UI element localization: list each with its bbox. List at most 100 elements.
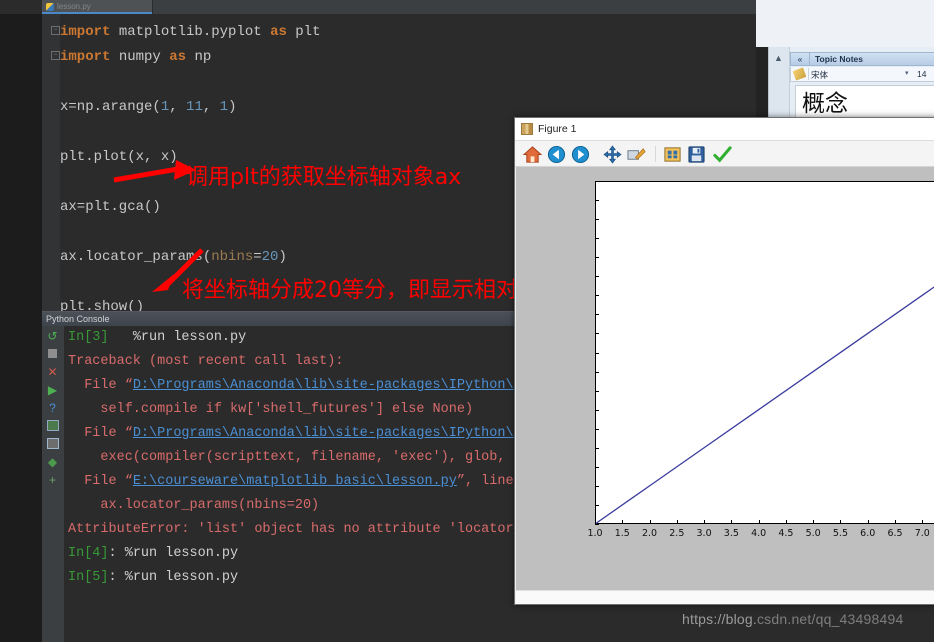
topic-notes-text: 概念	[802, 91, 848, 117]
home-icon[interactable]	[523, 145, 542, 164]
pan-move-icon[interactable]	[603, 145, 622, 164]
code-line: import matplotlib.pyplot as plt	[60, 24, 321, 40]
ide-left-rail	[0, 14, 42, 642]
y-axis-tick	[595, 466, 599, 468]
y-axis-tick	[595, 238, 599, 240]
x-axis-tick	[758, 520, 760, 524]
format-bar-divider	[808, 68, 809, 80]
format-painter-icon[interactable]	[792, 67, 807, 81]
debug-icon[interactable]: ◆	[46, 456, 59, 469]
topic-notes-title: Topic Notes	[815, 54, 864, 64]
x-axis-tick	[731, 520, 733, 524]
matplotlib-figure-window[interactable]: Figure 1 1.0 1.5 2.0 2.5 3.0 3.5 4.0 4.5…	[514, 117, 934, 605]
figure-toolbar	[515, 141, 934, 167]
x-axis-tick-label: 5.5	[832, 528, 848, 539]
annotation-text-1: 调用plt的获取坐标轴对象ax	[186, 165, 462, 190]
rerun-icon[interactable]: ↺	[46, 330, 59, 343]
chevron-down-icon[interactable]: ▾	[905, 69, 909, 77]
x-axis-tick	[867, 520, 869, 524]
subplots-config-icon[interactable]	[663, 145, 682, 164]
file-path-link[interactable]: D:\Programs\Anaconda\lib\site-packages\I…	[133, 426, 522, 441]
annotation-text-2: 将坐标轴分成20等分，即显示相对密集	[182, 278, 562, 303]
office-ribbon: utlooktems ▾ SharePointItems ▾ Databases…	[744, 0, 934, 48]
line-series-y-equals-x	[595, 286, 934, 524]
x-axis-tick-label: 3.0	[696, 528, 712, 539]
y-axis-tick	[595, 447, 599, 449]
x-axis-tick-label: 4.0	[751, 528, 767, 539]
figure-title-bar[interactable]: Figure 1	[515, 118, 934, 141]
y-axis-tick	[595, 504, 599, 506]
fold-marker-icon[interactable]: −	[51, 26, 60, 35]
y-axis-tick	[595, 181, 599, 182]
help-icon[interactable]: ?	[46, 402, 59, 415]
console-tab-label[interactable]: Python Console	[46, 314, 110, 324]
watermark-prefix: https://blog.	[682, 611, 757, 627]
font-size-select[interactable]: 14	[917, 69, 926, 79]
plot-series-layer	[595, 181, 934, 524]
close-icon[interactable]: ✕	[46, 366, 59, 379]
forward-arrow-icon[interactable]	[571, 145, 590, 164]
pane-scroll-column[interactable]: ▲	[769, 47, 790, 125]
figure-status-bar	[516, 590, 934, 604]
y-axis-tick	[595, 524, 599, 525]
chevron-up-icon[interactable]: ▲	[774, 53, 783, 63]
x-axis-tick-label: 1.0	[587, 528, 603, 539]
run-icon[interactable]: ▶	[46, 384, 59, 397]
y-axis-tick	[595, 314, 599, 316]
x-axis-tick	[595, 520, 596, 524]
x-axis-tick	[649, 520, 651, 524]
console-history-icon[interactable]	[46, 420, 59, 433]
y-axis-tick	[595, 428, 599, 430]
x-axis-tick	[840, 520, 842, 524]
add-icon[interactable]: +	[46, 474, 59, 487]
x-axis-tick-label: 7.0	[914, 528, 930, 539]
editor-tab-lesson-py[interactable]: lesson.py	[42, 0, 152, 14]
tab-bar-left-pad	[0, 0, 42, 14]
x-axis-tick-label: 6.0	[860, 528, 876, 539]
save-disk-icon[interactable]	[687, 145, 706, 164]
code-line: import numpy as np	[60, 49, 212, 65]
topic-notes-pane: ▲ « Topic Notes 宋体 ▾ 14 概念	[768, 47, 934, 126]
collapse-panel-icon[interactable]: «	[791, 53, 810, 65]
editor-tab-bar: lesson.py	[0, 0, 756, 14]
zoom-rect-icon[interactable]	[627, 145, 646, 164]
y-axis-tick	[595, 333, 599, 335]
console-toolbar: ↺ ✕ ▶ ? ◆ +	[42, 326, 64, 642]
x-axis-tick	[676, 520, 678, 524]
watermark-suffix: csdn.net/qq_43498494	[756, 611, 904, 627]
y-axis-tick	[595, 390, 599, 392]
y-axis-tick	[595, 371, 599, 373]
x-axis-tick-label: 5.0	[805, 528, 821, 539]
x-axis-tick	[704, 520, 706, 524]
x-axis-tick	[813, 520, 815, 524]
show-variables-icon[interactable]	[46, 438, 59, 451]
green-check-icon[interactable]	[713, 145, 732, 164]
watermark: https://blog.csdn.net/qq_43498494	[682, 611, 903, 627]
x-axis-tick-label: 2.0	[641, 528, 658, 539]
x-axis-tick	[895, 520, 896, 524]
x-axis-tick	[922, 520, 924, 524]
y-axis-tick	[595, 257, 599, 259]
editor-gutter[interactable]: − −	[42, 14, 60, 311]
y-axis-tick	[595, 485, 599, 487]
y-axis-tick	[595, 295, 599, 297]
figure-window-title: Figure 1	[538, 123, 577, 135]
python-file-icon	[46, 3, 54, 11]
x-axis-tick-label: 6.5	[887, 528, 903, 539]
stop-icon[interactable]	[46, 348, 59, 361]
back-arrow-icon[interactable]	[547, 145, 566, 164]
figure-canvas[interactable]: 1.01.52.02.53.03.54.04.55.05.56.06.57.07…	[516, 167, 934, 590]
x-axis-tick-label: 4.5	[778, 528, 794, 539]
file-path-link[interactable]: D:\Programs\Anaconda\lib\site-packages\I…	[133, 378, 522, 393]
y-axis-tick	[595, 200, 599, 202]
y-axis-tick	[595, 276, 599, 278]
screenshot-root: utlooktems ▾ SharePointItems ▾ Databases…	[0, 0, 934, 642]
fold-marker-icon[interactable]: −	[51, 51, 60, 60]
tab-bar-spacer	[152, 0, 253, 14]
x-axis-tick	[785, 520, 787, 524]
x-axis-tick	[622, 520, 624, 524]
file-path-link[interactable]: E:\courseware\matplotlib_basic\lesson.py	[133, 474, 457, 489]
x-axis-tick-label: 3.5	[723, 528, 739, 539]
font-name-select[interactable]: 宋体	[811, 69, 828, 81]
